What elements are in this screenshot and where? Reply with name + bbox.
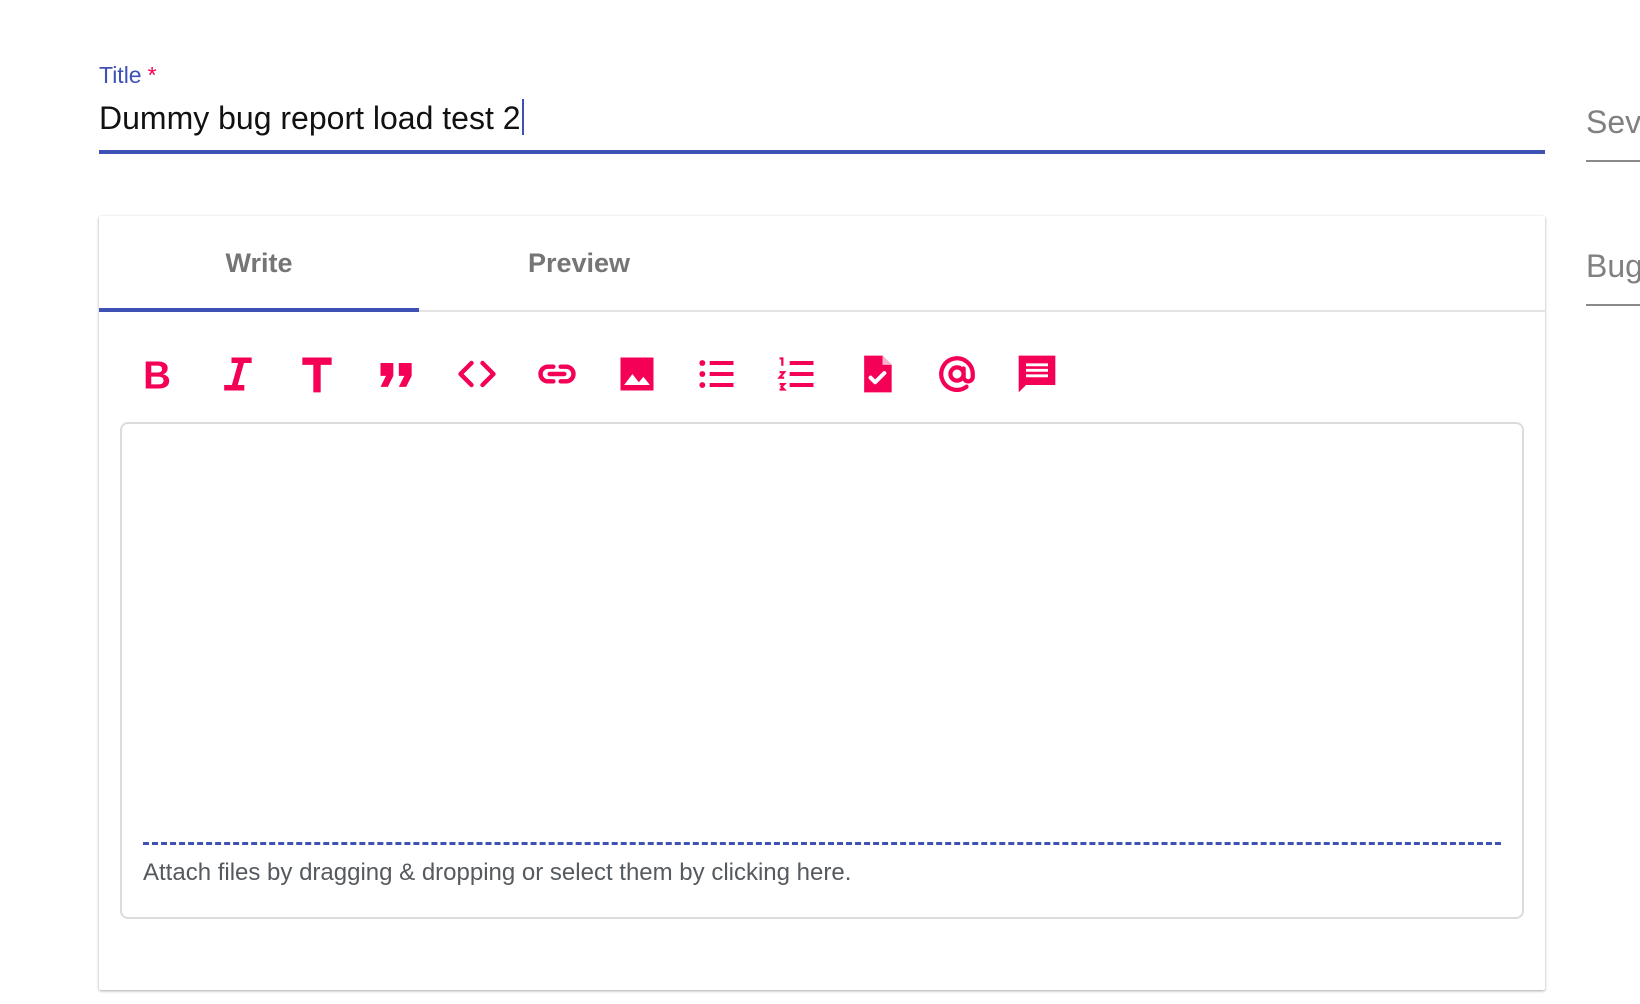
saved-reply-button[interactable] — [1015, 352, 1059, 396]
quote-button[interactable] — [375, 352, 419, 396]
bug-type-field-label: Bug — [1586, 248, 1640, 284]
description-textarea[interactable] — [122, 424, 1522, 828]
mention-icon — [939, 356, 975, 392]
task-list-icon — [864, 355, 892, 393]
file-attach-dropzone[interactable]: Attach files by dragging & dropping or s… — [143, 842, 1501, 887]
title-input-value: Dummy bug report load test 2 — [99, 100, 521, 136]
formatting-toolbar: B — [135, 349, 1095, 399]
tab-write[interactable]: Write — [99, 216, 419, 310]
heading-icon — [302, 357, 332, 393]
text-caret — [521, 99, 524, 135]
bold-button[interactable]: B — [135, 352, 179, 396]
mention-button[interactable] — [935, 352, 979, 396]
svg-text:B: B — [143, 355, 171, 396]
bulleted-list-icon — [699, 360, 734, 388]
severity-field[interactable]: Seve — [1586, 102, 1640, 162]
image-icon — [620, 357, 654, 391]
bug-report-form: Title* Dummy bug report load test 2 Seve… — [0, 0, 1640, 1004]
title-label: Title * — [99, 62, 157, 88]
required-mark: * — [147, 62, 157, 88]
italic-button[interactable] — [215, 352, 259, 396]
bold-icon: B — [143, 355, 171, 396]
bulleted-list-button[interactable] — [695, 352, 739, 396]
code-icon — [458, 360, 496, 388]
severity-field-label: Seve — [1586, 104, 1640, 140]
numbered-list-button[interactable] — [775, 352, 819, 396]
task-list-button[interactable] — [855, 352, 899, 396]
title-field: Title * Dummy bug report load test 2 — [99, 60, 1545, 154]
severity-field-underline — [1586, 160, 1640, 162]
link-button[interactable] — [535, 352, 579, 396]
active-tab-indicator — [99, 308, 419, 312]
link-icon — [538, 364, 576, 384]
title-input[interactable]: Dummy bug report load test 2 — [99, 90, 1545, 154]
editor-tabs: Write Preview — [99, 216, 1545, 312]
saved-reply-icon — [1018, 355, 1056, 393]
tab-preview[interactable]: Preview — [419, 216, 739, 310]
markdown-editor: Attach files by dragging & dropping or s… — [120, 422, 1524, 919]
heading-button[interactable] — [295, 352, 339, 396]
markdown-editor-card: Write Preview B Attach files by dragging… — [99, 216, 1545, 990]
numbered-list-icon — [777, 357, 814, 391]
code-button[interactable] — [455, 352, 499, 396]
bug-type-field-underline — [1586, 304, 1640, 306]
image-button[interactable] — [615, 352, 659, 396]
italic-icon — [224, 357, 252, 391]
quote-icon — [380, 363, 412, 387]
bug-type-field[interactable]: Bug — [1586, 246, 1640, 306]
